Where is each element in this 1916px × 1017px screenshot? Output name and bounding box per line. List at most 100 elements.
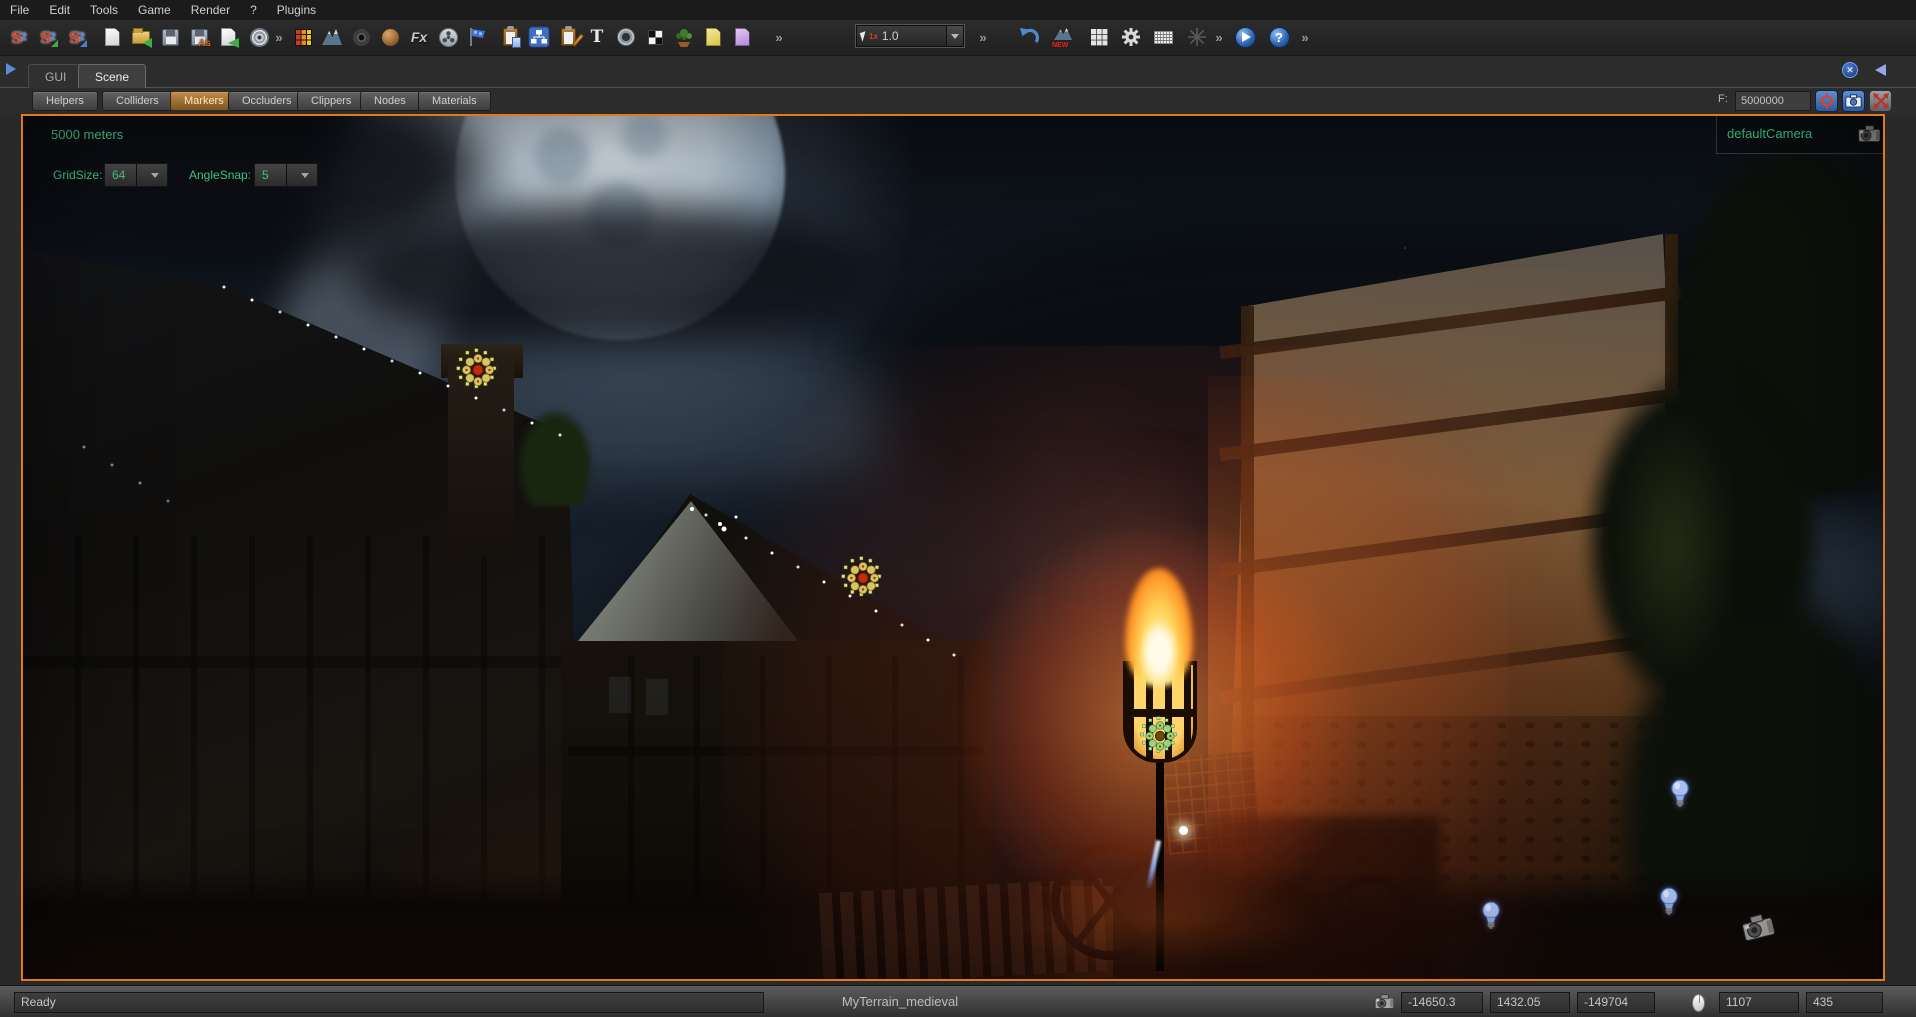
keyboard-icon[interactable] xyxy=(1150,24,1176,50)
world-icon[interactable]: ✕ xyxy=(1842,62,1858,78)
particle-emitter-icon[interactable] xyxy=(456,348,500,392)
menu-game[interactable]: Game xyxy=(128,0,181,20)
film-reel-icon[interactable] xyxy=(435,24,461,50)
grid-size-label: GridSize: xyxy=(53,168,102,182)
main-toolbar: S2 S2 S2 As » Fx T » 1x 1.0 » NEW » ? xyxy=(0,20,1916,56)
menu-help[interactable]: ? xyxy=(240,0,267,20)
open-folder-icon[interactable] xyxy=(128,24,154,50)
snowflake-icon[interactable] xyxy=(1184,24,1210,50)
particle-emitter-icon[interactable] xyxy=(1140,716,1180,756)
mode-button-colliders[interactable]: Colliders xyxy=(102,91,173,111)
focus-target-button[interactable] xyxy=(1815,90,1838,112)
camera-name: defaultCamera xyxy=(1727,126,1812,141)
disc-icon[interactable] xyxy=(246,24,272,50)
flag-icon[interactable] xyxy=(464,24,490,50)
speed-dropdown-button[interactable] xyxy=(946,26,963,46)
camera-x-value: -14650.3 xyxy=(1401,992,1483,1013)
help-icon[interactable]: ? xyxy=(1266,24,1292,50)
simulation-speed-combo[interactable]: 1x 1.0 xyxy=(856,25,964,47)
save-icon[interactable] xyxy=(157,24,183,50)
collapse-left-icon[interactable] xyxy=(1875,64,1886,76)
toolbar-overflow-icon[interactable]: » xyxy=(272,24,286,50)
window-glow xyxy=(608,676,632,714)
roof-sparkles-center xyxy=(23,116,25,118)
import-document-icon[interactable] xyxy=(215,24,241,50)
f-value-input[interactable] xyxy=(1735,91,1811,111)
panel-arrow-icon[interactable] xyxy=(6,63,16,75)
grid-size-dropdown-button[interactable] xyxy=(136,164,168,186)
chevron-down-icon xyxy=(301,173,309,178)
grid-icon[interactable] xyxy=(1086,24,1112,50)
tire-icon[interactable] xyxy=(348,24,374,50)
sound-icon[interactable] xyxy=(613,24,639,50)
cursor-icon xyxy=(860,31,868,41)
light-bulb-icon[interactable] xyxy=(1480,900,1502,930)
mode-button-clippers[interactable]: Clippers xyxy=(297,91,365,111)
gizmo-button[interactable] xyxy=(1869,90,1892,112)
grid-size-combo[interactable]: 64 xyxy=(104,163,168,187)
toolbar-overflow-icon[interactable]: » xyxy=(1212,24,1226,50)
mode-button-occluders[interactable]: Occluders xyxy=(228,91,306,111)
chevron-down-icon xyxy=(951,34,959,39)
rubiks-cube-icon[interactable] xyxy=(290,24,316,50)
toolbar-overflow-icon[interactable]: » xyxy=(772,24,786,50)
mode-button-materials[interactable]: Materials xyxy=(418,91,491,111)
undo-icon[interactable] xyxy=(1016,24,1042,50)
document-yellow-icon[interactable] xyxy=(700,24,726,50)
camera-icon xyxy=(1855,121,1885,147)
clipboard-document-icon[interactable] xyxy=(497,24,523,50)
org-chart-icon[interactable] xyxy=(526,24,552,50)
s2-open-icon[interactable]: S2 xyxy=(35,24,61,50)
camera-position-icon xyxy=(1372,991,1398,1013)
text-icon[interactable]: T xyxy=(584,24,610,50)
camera-selector[interactable]: defaultCamera xyxy=(1716,116,1885,154)
grid-size-value: 64 xyxy=(105,168,136,182)
menu-tools[interactable]: Tools xyxy=(80,0,128,20)
cloud-2 xyxy=(353,201,873,351)
menu-render[interactable]: Render xyxy=(181,0,240,20)
s2-save-icon[interactable]: S2 xyxy=(64,24,90,50)
document-purple-icon[interactable] xyxy=(729,24,755,50)
screenshot-button[interactable] xyxy=(1842,90,1865,112)
f-label: F: xyxy=(1718,93,1728,105)
scene-viewport[interactable]: 5000 meters GridSize: 64 AngleSnap: 5 de… xyxy=(21,114,1885,981)
mode-button-helpers[interactable]: Helpers xyxy=(32,91,98,111)
particle-emitter-icon[interactable] xyxy=(841,556,885,600)
light-bulb-icon[interactable] xyxy=(1669,778,1691,808)
light-bulb-icon[interactable] xyxy=(1658,886,1680,916)
angle-snap-dropdown-button[interactable] xyxy=(286,164,318,186)
plant-icon[interactable] xyxy=(671,24,697,50)
tab-scene[interactable]: Scene xyxy=(78,64,146,88)
mode-button-nodes[interactable]: Nodes xyxy=(360,91,420,111)
mountain-icon[interactable] xyxy=(319,24,345,50)
gear-icon[interactable] xyxy=(1118,24,1144,50)
mouse-y-value: 435 xyxy=(1806,992,1883,1013)
tab-gui[interactable]: GUI xyxy=(28,64,83,88)
status-message: Ready xyxy=(14,992,764,1013)
save-as-icon[interactable]: As xyxy=(186,24,212,50)
toolbar-overflow-icon[interactable]: » xyxy=(1298,24,1312,50)
speed-value: 1.0 xyxy=(882,29,946,43)
fire-ground-reflection xyxy=(1003,876,1323,966)
window-glow xyxy=(645,678,669,716)
s2-icon[interactable]: S2 xyxy=(6,24,32,50)
mountain-new-icon[interactable]: NEW xyxy=(1050,24,1076,50)
camera-y-value: 1432.05 xyxy=(1490,992,1570,1013)
menu-plugins[interactable]: Plugins xyxy=(267,0,326,20)
menu-edit[interactable]: Edit xyxy=(39,0,80,20)
speed-prefix: 1x xyxy=(869,32,878,41)
angle-snap-combo[interactable]: 5 xyxy=(254,163,318,187)
new-document-icon[interactable] xyxy=(99,24,125,50)
planet-icon[interactable] xyxy=(377,24,403,50)
checkerboard-icon[interactable] xyxy=(642,24,668,50)
play-icon[interactable] xyxy=(1232,24,1258,50)
target-icon xyxy=(1819,93,1835,109)
menu-file[interactable]: File xyxy=(0,0,39,20)
menu-bar: File Edit Tools Game Render ? Plugins xyxy=(0,0,1916,20)
mouse-icon xyxy=(1692,994,1705,1012)
fx-icon[interactable]: Fx xyxy=(406,24,432,50)
scene-name: MyTerrain_medieval xyxy=(700,994,1100,1009)
clipboard-pencil-icon[interactable] xyxy=(555,24,581,50)
toolbar-overflow-icon[interactable]: » xyxy=(976,24,990,50)
s2-glyph: S2 xyxy=(11,28,27,47)
